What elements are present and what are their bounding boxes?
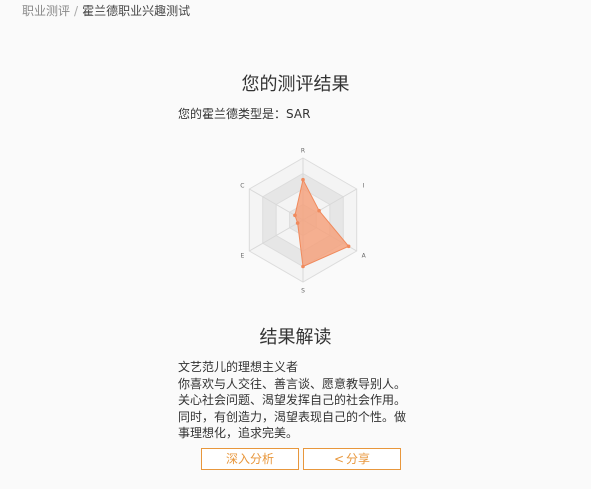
deep-analysis-button[interactable]: 深入分析 (201, 448, 299, 470)
interpretation-body: 你喜欢与人交往、善言谈、愿意教导别人。关心社会问题、渴望发挥自己的社会作用。同时… (178, 376, 407, 441)
share-icon: < (333, 452, 345, 466)
share-button[interactable]: < 分享 (303, 448, 401, 470)
interpretation-subtitle: 文艺范儿的理想主义者 (178, 360, 299, 374)
radar-data-point (295, 221, 300, 225)
radar-data-point (346, 244, 351, 249)
radar-axis-label: R (301, 148, 305, 155)
radar-axis-label: A (362, 253, 367, 260)
holland-type-value: SAR (286, 107, 311, 121)
radar-axis-label: C (240, 183, 244, 190)
interpretation-title: 结果解读 (259, 327, 332, 348)
page: 职业测评 / 霍兰德职业兴趣测试 您的测评结果 您的霍兰德类型是：SAR R I A S E… (0, 0, 591, 489)
result-title: 您的测评结果 (241, 74, 350, 95)
radar-data-point (317, 208, 321, 213)
radar-axis-label: E (240, 253, 244, 260)
radar-data-point (301, 177, 305, 182)
breadcrumb-current: 霍兰德职业兴趣测试 (82, 4, 191, 18)
share-button-label: 分享 (346, 452, 371, 466)
radar-axis-label: S (301, 288, 305, 295)
holland-type-label: 您的霍兰德类型是： (178, 107, 287, 121)
radar-chart: R I A S E C (240, 148, 367, 295)
holland-type-line: 您的霍兰德类型是：SAR (178, 105, 310, 122)
breadcrumb: 职业测评 / 霍兰德职业兴趣测试 (22, 3, 190, 19)
breadcrumb-parent[interactable]: 职业测评 (22, 4, 70, 18)
radar-data-point (293, 213, 297, 218)
interpretation-text: 文艺范儿的理想主义者 你喜欢与人交往、善言谈、愿意教导别人。关心社会问题、渴望发… (178, 359, 408, 442)
breadcrumb-separator: / (74, 4, 79, 18)
radar-axis-label: I (363, 183, 365, 190)
radar-data-point (301, 264, 305, 269)
